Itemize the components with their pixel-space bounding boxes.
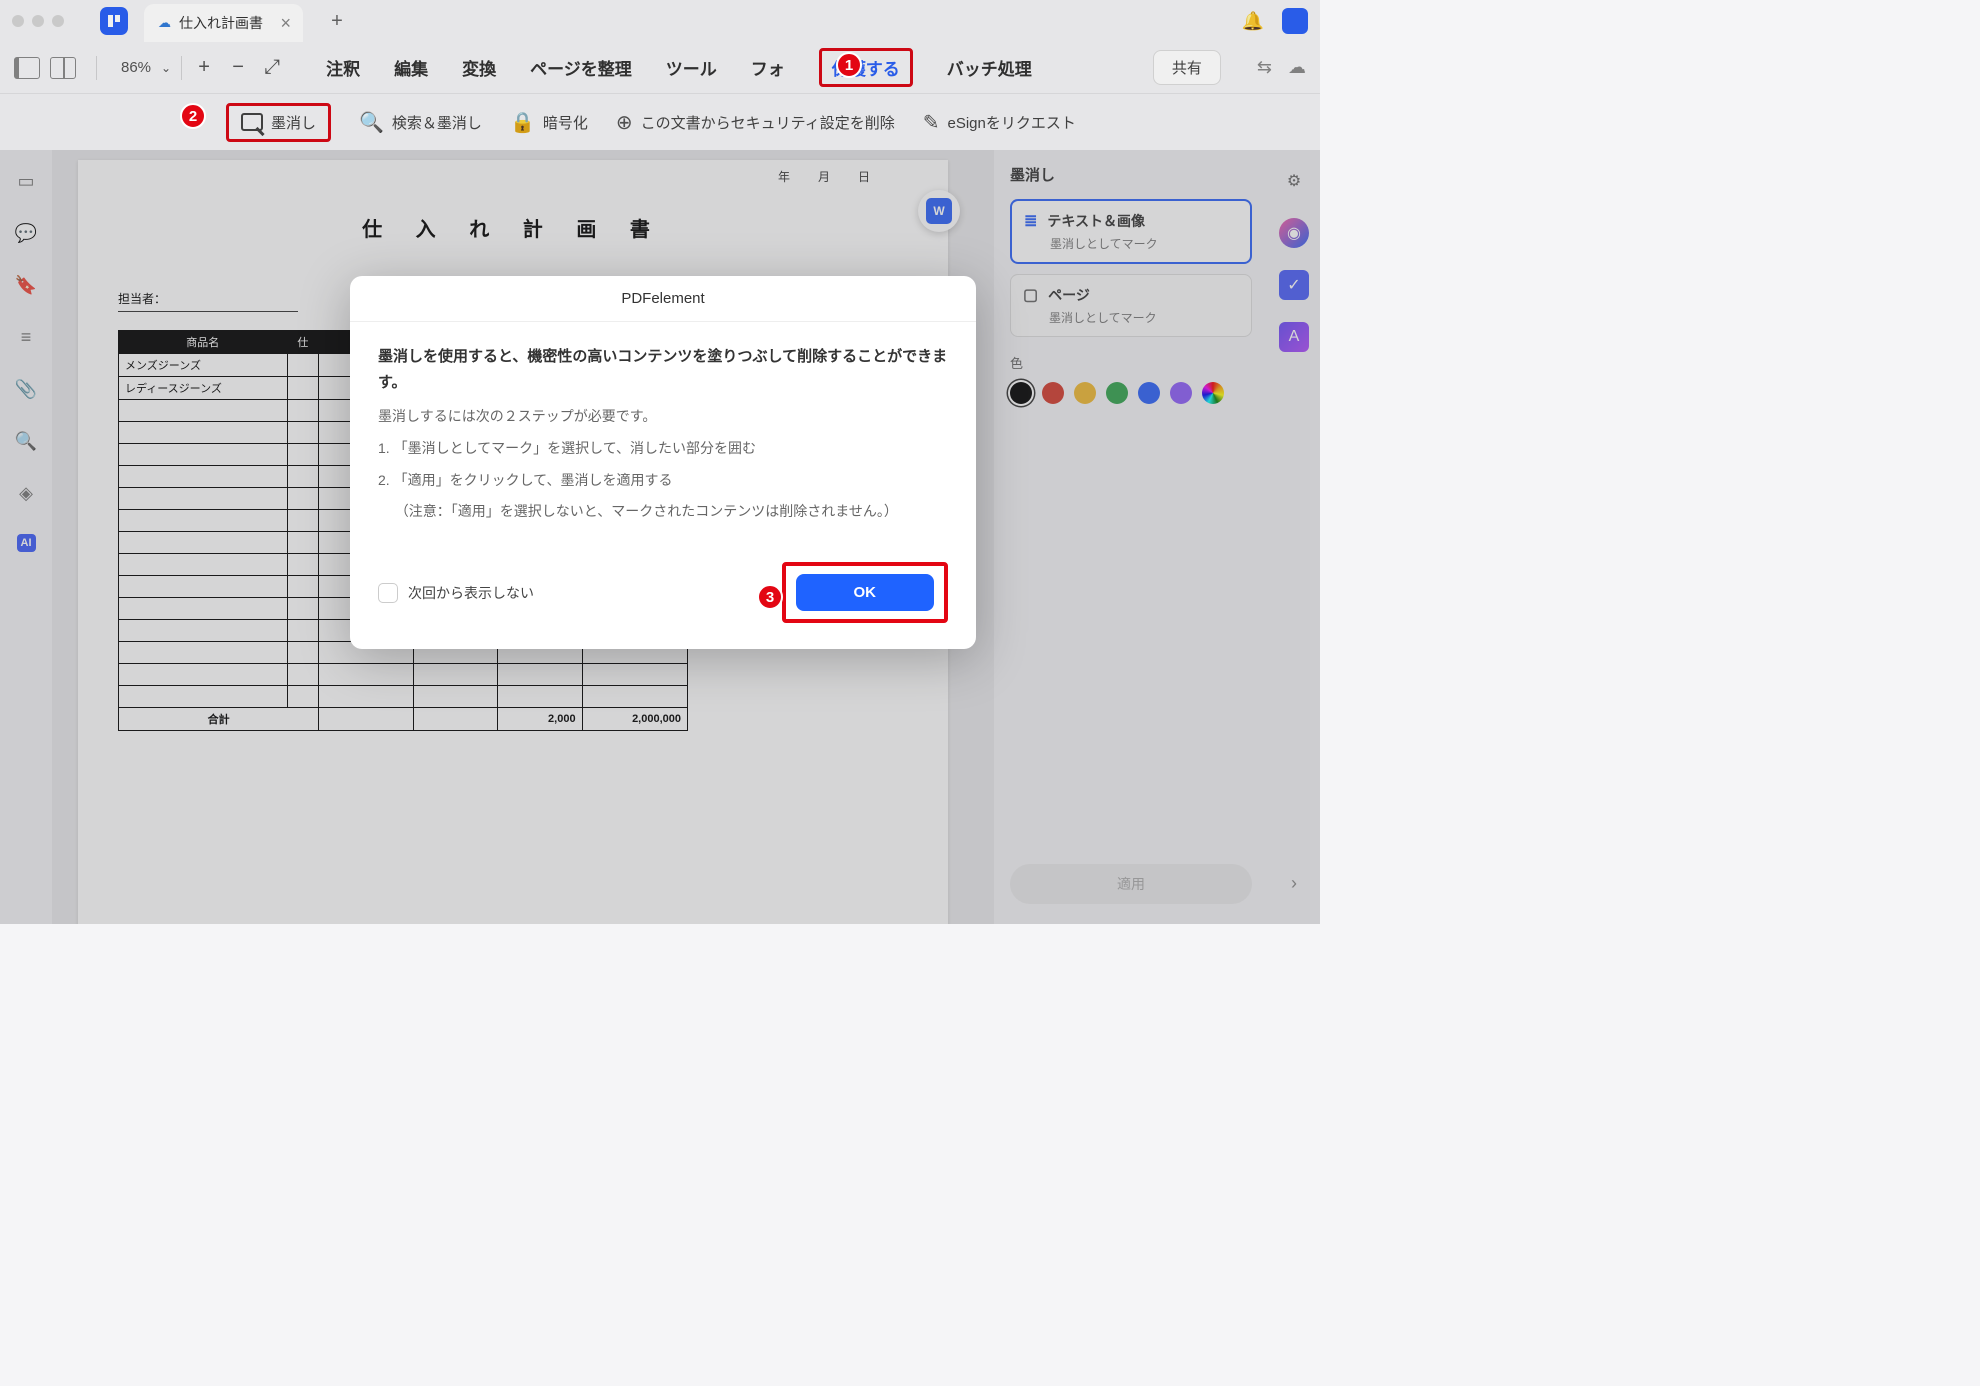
ok-button[interactable]: OK <box>796 574 935 611</box>
close-window-icon[interactable] <box>12 15 24 27</box>
cloud-icon: ☁ <box>158 15 171 31</box>
separator <box>96 56 97 80</box>
tab-edit[interactable]: 編集 <box>394 55 428 80</box>
modal-step1: 1. 「墨消しとしてマーク」を選択して、消したい部分を囲む <box>378 437 948 461</box>
tab-annotate[interactable]: 注釈 <box>326 55 360 80</box>
modal-footer: 次回から表示しない OK <box>350 542 976 649</box>
search-redact-label: 検索＆墨消し <box>392 112 482 133</box>
modal-step2a: 2. 「適用」をクリックして、墨消しを適用する <box>378 469 948 493</box>
tab-form[interactable]: フォ <box>751 55 785 80</box>
maximize-window-icon[interactable] <box>52 15 64 27</box>
modal-step2b: （注意：「適用」を選択しないと、マークされたコンテンツは削除されません。） <box>378 500 948 524</box>
ok-highlight-box: OK <box>782 562 949 623</box>
modal-title: PDFelement <box>350 276 976 322</box>
encrypt-label: 暗号化 <box>543 112 588 133</box>
new-tab-button[interactable]: + <box>321 5 353 37</box>
split-view-icon[interactable] <box>50 57 76 79</box>
modal-heading: 墨消しを使用すると、機密性の高いコンテンツを塗りつぶして削除することができます。 <box>378 344 948 395</box>
dont-show-label: 次回から表示しない <box>408 583 534 603</box>
redact-button[interactable]: 墨消し <box>226 103 331 142</box>
tab-convert[interactable]: 変換 <box>462 55 496 80</box>
view-mode-group <box>14 57 76 79</box>
document-tab[interactable]: ☁ 仕入れ計画書 × <box>144 4 303 42</box>
esign-button[interactable]: ✎ eSignをリクエスト <box>923 110 1076 135</box>
tab-tools[interactable]: ツール <box>666 55 717 80</box>
zoom-in-icon[interactable]: + <box>192 56 216 79</box>
encrypt-button[interactable]: 🔒 暗号化 <box>510 110 588 135</box>
shield-plus-icon: ⊕ <box>616 110 633 135</box>
title-bar-right: 🔔 <box>1242 8 1308 34</box>
remove-security-label: この文書からセキュリティ設定を削除 <box>641 112 895 133</box>
annotation-badge-3: 3 <box>757 584 783 610</box>
tab-title: 仕入れ計画書 <box>179 13 263 33</box>
redact-info-modal: PDFelement 墨消しを使用すると、機密性の高いコンテンツを塗りつぶして削… <box>350 276 976 649</box>
redact-icon <box>241 113 263 131</box>
zoom-controls: 86% ⌄ + − ⤢ <box>117 56 288 80</box>
redact-label: 墨消し <box>271 112 316 133</box>
zoom-out-icon[interactable]: − <box>226 56 250 79</box>
zoom-dropdown-icon[interactable]: ⌄ <box>161 61 171 75</box>
app-logo-icon <box>100 7 128 35</box>
remove-security-button[interactable]: ⊕ この文書からセキュリティ設定を削除 <box>616 110 895 135</box>
dont-show-checkbox[interactable] <box>378 583 398 603</box>
zoom-level[interactable]: 86% <box>121 59 151 76</box>
menu-tabs: 注釈 編集 変換 ページを整理 ツール フォ 保護する バッチ処理 <box>326 48 1032 87</box>
title-bar: ☁ 仕入れ計画書 × + 🔔 <box>0 0 1320 42</box>
annotation-badge-1: 1 <box>836 52 862 78</box>
notifications-icon[interactable]: 🔔 <box>1242 11 1264 32</box>
annotation-badge-2: 2 <box>180 103 206 129</box>
esign-label: eSignをリクエスト <box>948 112 1076 133</box>
search-redact-icon: 🔍 <box>359 110 384 135</box>
main-toolbar: 86% ⌄ + − ⤢ 注釈 編集 変換 ページを整理 ツール フォ 保護する … <box>0 42 1320 94</box>
minimize-window-icon[interactable] <box>32 15 44 27</box>
search-redact-button[interactable]: 🔍 検索＆墨消し <box>359 110 482 135</box>
modal-body: 墨消しを使用すると、機密性の高いコンテンツを塗りつぶして削除することができます。… <box>350 322 976 542</box>
upload-cloud-icon[interactable]: ☁ <box>1288 57 1306 78</box>
share-button[interactable]: 共有 <box>1153 50 1221 85</box>
cloud-group: ⇆ ☁ <box>1257 57 1306 78</box>
close-tab-icon[interactable]: × <box>280 13 291 34</box>
brand-icon <box>1282 8 1308 34</box>
modal-intro: 墨消しするには次の２ステップが必要です。 <box>378 405 948 429</box>
tab-organize-pages[interactable]: ページを整理 <box>530 55 632 80</box>
fit-page-icon[interactable]: ⤢ <box>260 56 284 79</box>
tab-protect[interactable]: 保護する <box>819 48 913 87</box>
window-controls <box>12 15 64 27</box>
tab-batch[interactable]: バッチ処理 <box>947 55 1032 80</box>
sidebar-toggle-icon[interactable] <box>14 57 40 79</box>
share-network-icon[interactable]: ⇆ <box>1257 57 1272 78</box>
signature-icon: ✎ <box>923 110 940 135</box>
separator <box>181 56 182 80</box>
lock-icon: 🔒 <box>510 110 535 135</box>
